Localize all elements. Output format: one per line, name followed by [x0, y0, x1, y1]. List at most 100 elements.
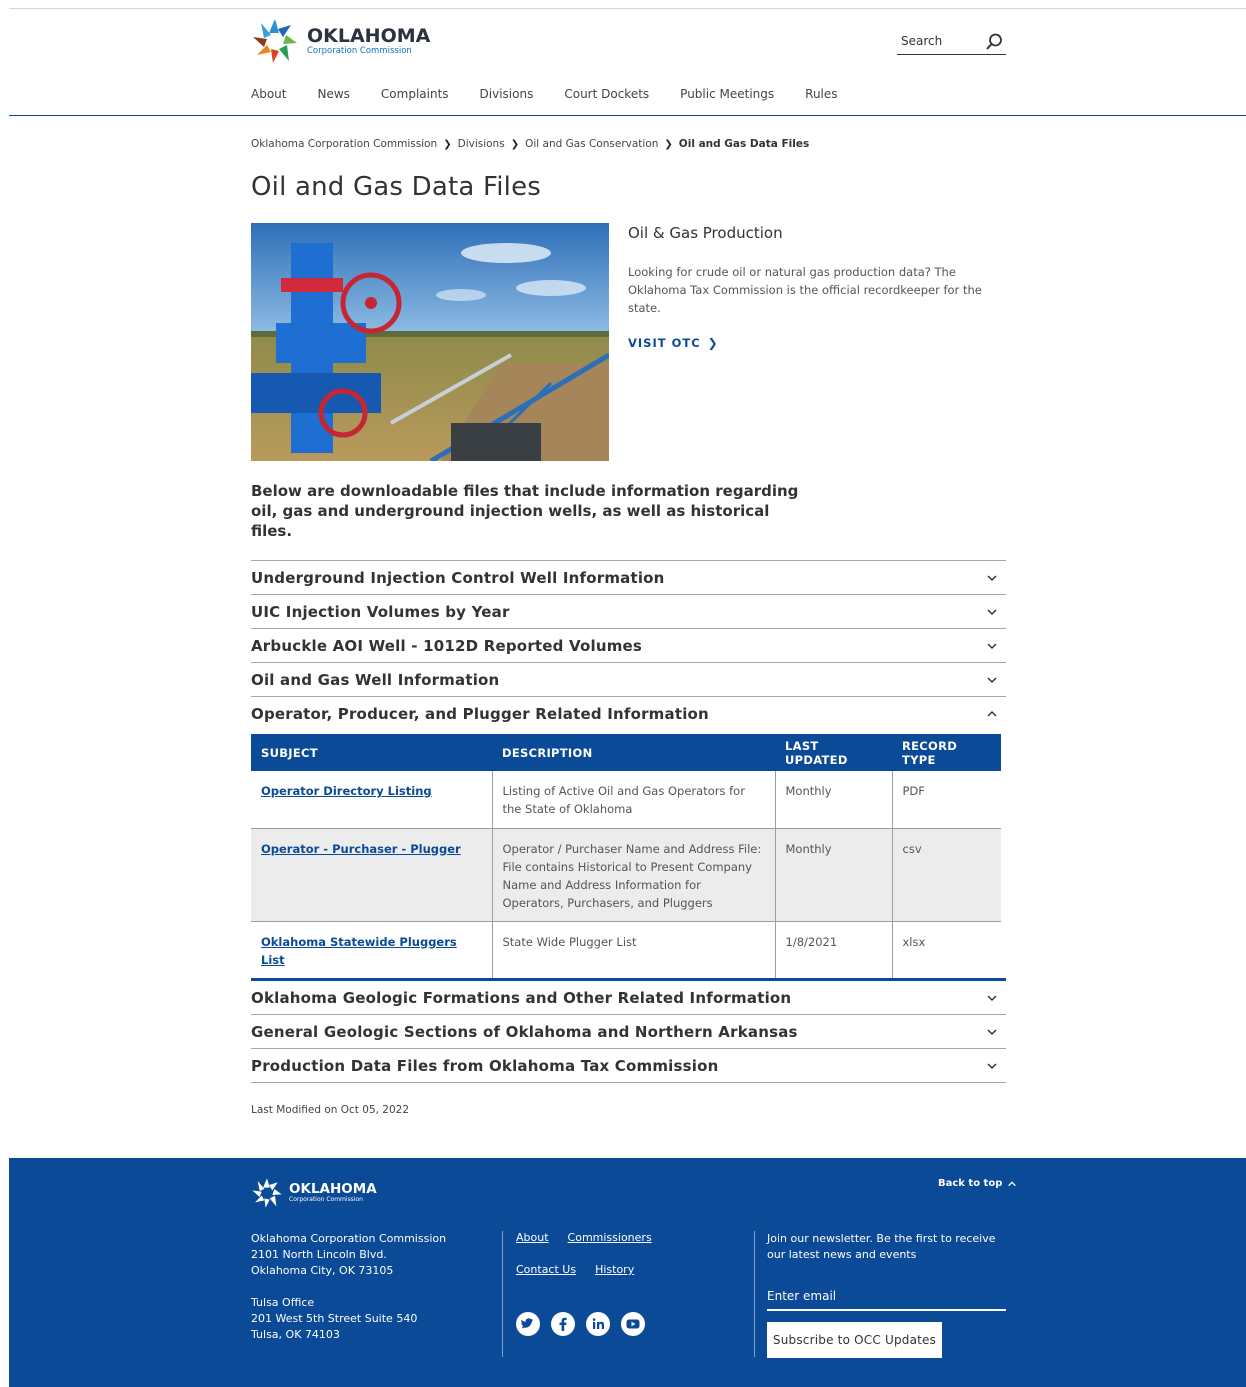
- chevron-down-icon: [987, 574, 997, 581]
- footer-logo-subtitle: Corporation Commission: [289, 1196, 363, 1203]
- chevron-right-icon: ❯: [443, 138, 452, 150]
- star-logo-icon: [253, 19, 297, 63]
- subscribe-button[interactable]: Subscribe to OCC Updates: [767, 1322, 942, 1358]
- chevron-down-icon: [987, 642, 997, 649]
- nav-rules[interactable]: Rules: [805, 87, 837, 101]
- footer-address: Oklahoma Corporation Commission 2101 Nor…: [251, 1231, 446, 1343]
- row-last-updated: Monthly: [775, 828, 893, 922]
- search-field[interactable]: Search: [897, 31, 1006, 55]
- row-last-updated: 1/8/2021: [775, 921, 893, 979]
- site-logo[interactable]: OKLAHOMA Corporation Commission: [251, 17, 430, 65]
- footer-link-contact[interactable]: Contact Us: [516, 1263, 576, 1276]
- back-to-top-link[interactable]: Back to top: [938, 1178, 1017, 1189]
- star-logo-icon: [252, 1178, 282, 1208]
- footer-divider: [502, 1231, 503, 1357]
- footer-link-about[interactable]: About: [516, 1231, 549, 1244]
- accordion-item-expanded[interactable]: Operator, Producer, and Plugger Related …: [251, 697, 1006, 731]
- twitter-icon[interactable]: [516, 1312, 540, 1336]
- intro-text: Below are downloadable files that includ…: [251, 482, 799, 540]
- accordion-title: Operator, Producer, and Plugger Related …: [251, 705, 709, 723]
- accordion-item[interactable]: Underground Injection Control Well Infor…: [251, 561, 1006, 595]
- nav-divisions[interactable]: Divisions: [480, 87, 534, 101]
- breadcrumb-current: Oil and Gas Data Files: [678, 138, 810, 150]
- nav-public-meetings[interactable]: Public Meetings: [680, 87, 774, 101]
- accordion-title: Oklahoma Geologic Formations and Other R…: [251, 988, 792, 1007]
- row-record-type: csv: [892, 828, 1001, 922]
- row-record-type: PDF: [892, 771, 1001, 829]
- search-icon[interactable]: [984, 32, 1004, 52]
- accordion-bottom: Oklahoma Geologic Formations and Other R…: [251, 978, 1006, 1083]
- row-description: Operator / Purchaser Name and Address Fi…: [492, 828, 776, 922]
- email-field[interactable]: Enter email: [767, 1283, 1006, 1311]
- accordion-title: Arbuckle AOI Well - 1012D Reported Volum…: [251, 636, 643, 655]
- footer-links: About Commissioners Contact Us History: [516, 1231, 671, 1295]
- accordion-title: Production Data Files from Oklahoma Tax …: [251, 1056, 719, 1075]
- search-label: Search: [901, 34, 943, 48]
- nav-complaints[interactable]: Complaints: [381, 87, 449, 101]
- column-header: LAST UPDATED: [775, 734, 892, 771]
- chevron-right-icon: ❯: [510, 138, 520, 150]
- column-header: RECORD TYPE: [892, 734, 1001, 771]
- accordion-item[interactable]: Oklahoma Geologic Formations and Other R…: [251, 981, 1006, 1015]
- breadcrumb-item[interactable]: Divisions: [458, 138, 505, 150]
- address-city: Oklahoma City, OK 73105: [251, 1264, 394, 1277]
- footer-logo-name: OKLAHOMA: [289, 1181, 377, 1197]
- chevron-right-icon: ❯: [707, 336, 719, 350]
- visit-otc-link[interactable]: VISIT OTC ❯: [628, 336, 719, 350]
- accordion-item[interactable]: UIC Injection Volumes by Year: [251, 595, 1006, 629]
- address-office-city: Tulsa, OK 74103: [251, 1328, 340, 1341]
- address-org: Oklahoma Corporation Commission: [251, 1232, 447, 1245]
- column-header: DESCRIPTION: [492, 734, 775, 771]
- chevron-right-icon: ❯: [664, 138, 673, 150]
- row-description: Listing of Active Oil and Gas Operators …: [492, 771, 776, 829]
- visit-otc-label: VISIT OTC: [628, 336, 701, 350]
- column-header: SUBJECT: [251, 734, 492, 771]
- newsletter-text: Join our newsletter. Be the first to rec…: [767, 1232, 996, 1261]
- table-header-row: SUBJECT DESCRIPTION LAST UPDATED RECORD …: [251, 734, 1001, 771]
- logo-name: OKLAHOMA: [307, 24, 431, 47]
- chevron-up-icon: [1008, 1180, 1017, 1186]
- footer-link-history[interactable]: History: [595, 1263, 634, 1276]
- page-title: Oil and Gas Data Files: [251, 172, 542, 202]
- accordion-item[interactable]: General Geologic Sections of Oklahoma an…: [251, 1015, 1006, 1049]
- accordion-item[interactable]: Arbuckle AOI Well - 1012D Reported Volum…: [251, 629, 1006, 663]
- file-link[interactable]: Operator - Purchaser - Plugger: [261, 842, 461, 856]
- accordion-title: General Geologic Sections of Oklahoma an…: [251, 1022, 798, 1041]
- accordion-item[interactable]: Production Data Files from Oklahoma Tax …: [251, 1049, 1006, 1083]
- nav-about[interactable]: About: [251, 87, 286, 101]
- chevron-down-icon: [987, 994, 997, 1001]
- main-nav: About News Complaints Divisions Court Do…: [251, 87, 869, 101]
- youtube-icon[interactable]: [621, 1312, 645, 1336]
- chevron-down-icon: [987, 1028, 997, 1035]
- chevron-down-icon: [987, 1062, 997, 1069]
- facebook-icon[interactable]: [551, 1312, 575, 1336]
- breadcrumb-item[interactable]: Oklahoma Corporation Commission: [251, 138, 437, 150]
- chevron-up-icon: [987, 710, 997, 717]
- footer-divider: [754, 1231, 755, 1357]
- table-row: Operator - Purchaser - Plugger Operator …: [251, 828, 1001, 922]
- file-link[interactable]: Oklahoma Statewide Pluggers List: [261, 935, 457, 967]
- file-link[interactable]: Operator Directory Listing: [261, 784, 432, 798]
- table-row: Oklahoma Statewide Pluggers List State W…: [251, 921, 1001, 979]
- nav-news[interactable]: News: [317, 87, 349, 101]
- nav-court-dockets[interactable]: Court Dockets: [564, 87, 649, 101]
- social-links: [516, 1312, 656, 1336]
- accordion-title: UIC Injection Volumes by Year: [251, 602, 510, 621]
- accordion-item[interactable]: Oil and Gas Well Information: [251, 663, 1006, 697]
- chevron-down-icon: [987, 676, 997, 683]
- table-row: Operator Directory Listing Listing of Ac…: [251, 771, 1001, 829]
- accordion-title: Underground Injection Control Well Infor…: [251, 568, 665, 587]
- page: OKLAHOMA Corporation Commission Search A…: [9, 8, 1246, 1387]
- logo-subtitle: Corporation Commission: [307, 45, 412, 56]
- footer-link-commissioners[interactable]: Commissioners: [568, 1231, 652, 1244]
- linkedin-icon[interactable]: [586, 1312, 610, 1336]
- address-street: 2101 North Lincoln Blvd.: [251, 1248, 387, 1261]
- accordion-title: Oil and Gas Well Information: [251, 670, 500, 689]
- breadcrumb: Oklahoma Corporation Commission ❯ Divisi…: [251, 138, 809, 150]
- last-modified: Last Modified on Oct 05, 2022: [251, 1104, 410, 1116]
- chevron-down-icon: [987, 608, 997, 615]
- row-last-updated: Monthly: [775, 771, 893, 829]
- footer-logo[interactable]: OKLAHOMA Corporation Commission: [251, 1177, 377, 1209]
- breadcrumb-item[interactable]: Oil and Gas Conservation: [525, 138, 658, 150]
- row-description: State Wide Plugger List: [492, 921, 776, 979]
